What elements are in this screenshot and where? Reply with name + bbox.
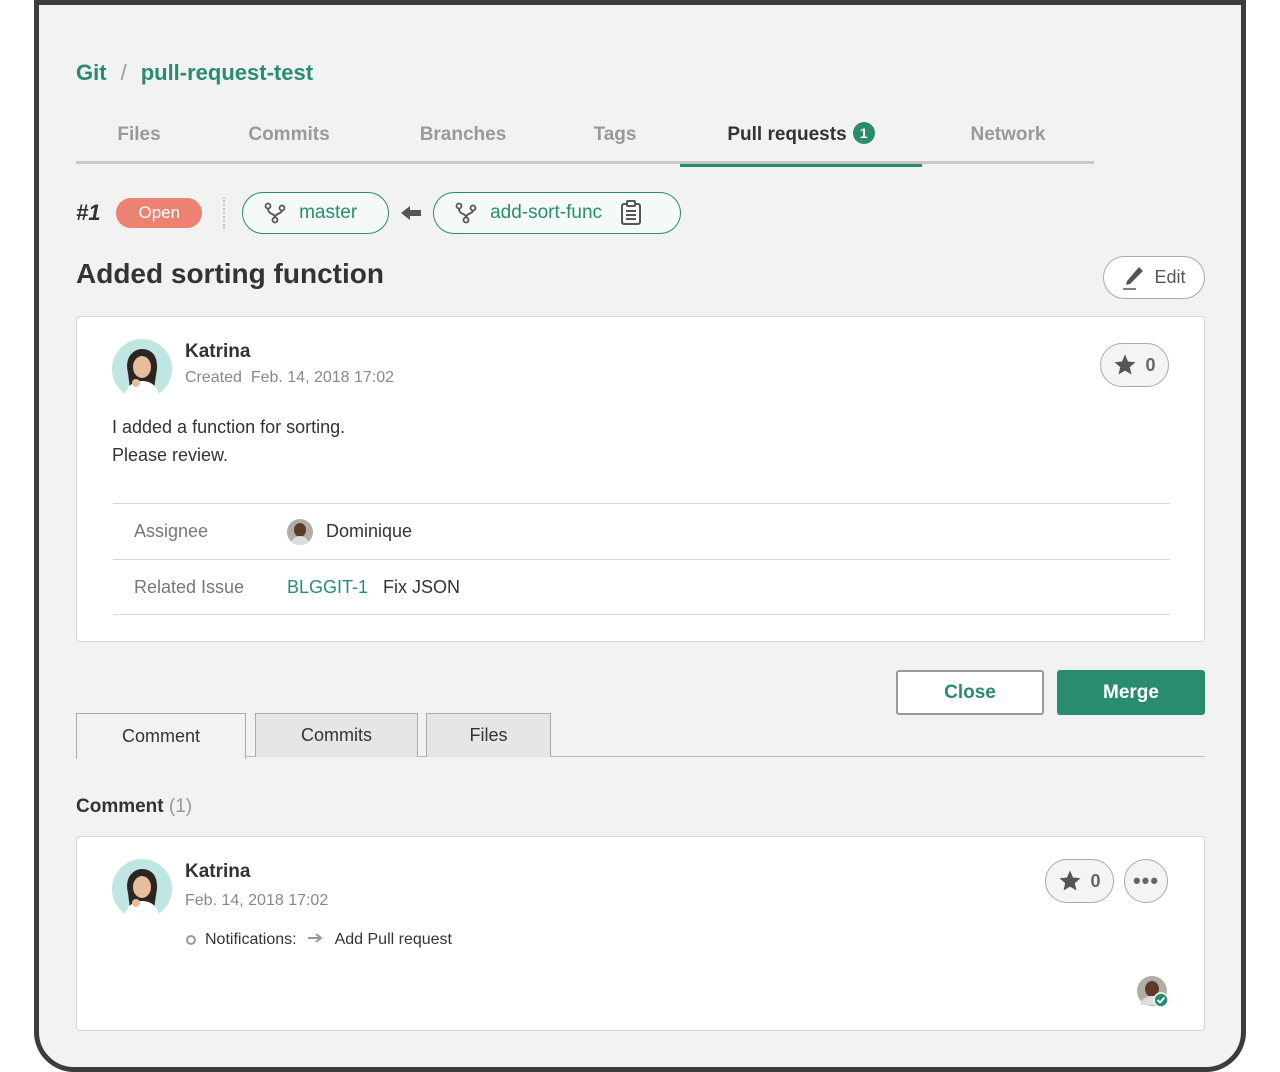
tab-label: Branches	[419, 124, 507, 145]
star-icon	[1114, 354, 1136, 375]
comment-heading-label: Comment	[76, 796, 164, 817]
page-title: Added sorting function	[76, 258, 384, 289]
comment-author-name[interactable]: Katrina	[185, 861, 250, 883]
tab-network[interactable]: Network	[922, 118, 1094, 164]
description-line: I added a function for sorting.	[112, 417, 346, 437]
compare-branch-pill[interactable]: add-sort-func	[433, 192, 682, 234]
tab-commits[interactable]: Commits	[202, 118, 376, 164]
subtab-label: Files	[469, 725, 508, 745]
comment-star-button[interactable]: 0	[1045, 859, 1114, 903]
breadcrumb-repo-link[interactable]: pull-request-test	[141, 60, 313, 86]
repo-tabs: Files Commits Branches Tags Pull request…	[76, 118, 1094, 167]
subtab-files[interactable]: Files	[426, 713, 551, 757]
breadcrumb: Git / pull-request-test	[76, 60, 313, 86]
tab-tags[interactable]: Tags	[550, 118, 680, 164]
comment-star-count: 0	[1090, 870, 1101, 891]
arrow-left-icon	[399, 203, 423, 223]
pull-request-info-table: Assignee Dominique Related Issue BLGGIT-…	[113, 503, 1170, 615]
notification-bullet-icon	[186, 935, 196, 945]
tab-branches[interactable]: Branches	[376, 118, 550, 164]
avatar	[112, 339, 172, 399]
created-date-value: Feb. 14, 2018 17:02	[250, 369, 395, 386]
comment-date: Feb. 14, 2018 17:02	[185, 892, 329, 909]
created-date: Created Feb. 14, 2018 17:02	[185, 369, 394, 387]
base-branch-pill[interactable]: master	[242, 192, 390, 234]
merge-button[interactable]: Merge	[1057, 670, 1205, 715]
star-button[interactable]: 0	[1100, 343, 1169, 387]
star-count: 0	[1145, 354, 1156, 375]
star-icon	[1059, 870, 1081, 891]
comment-count: (1)	[168, 796, 193, 817]
pull-request-number: #1	[76, 200, 101, 225]
notification-target: Add Pull request	[334, 931, 452, 948]
arrow-right-icon	[307, 931, 325, 949]
watcher-avatar[interactable]	[1136, 975, 1169, 1008]
comment-section-heading: Comment (1)	[76, 796, 192, 818]
related-issue-link[interactable]: BLGGIT-1	[287, 577, 368, 598]
pull-request-subtabs: Comment Commits Files	[76, 713, 1205, 759]
subtab-label: Comment	[121, 726, 201, 746]
status-badge: Open	[116, 198, 203, 228]
author-name[interactable]: Katrina	[185, 341, 250, 363]
pull-request-count-badge: 1	[852, 122, 875, 144]
related-issue-row: Related Issue BLGGIT-1 Fix JSON	[113, 559, 1170, 615]
pull-request-card: Katrina Created Feb. 14, 2018 17:02 0 I …	[76, 316, 1205, 642]
created-label: Created	[185, 369, 242, 386]
assignee-name[interactable]: Dominique	[326, 521, 412, 542]
tab-label: Files	[117, 124, 161, 145]
more-icon[interactable]: •••	[1124, 859, 1168, 903]
compare-branch-name: add-sort-func	[490, 202, 603, 223]
clipboard-icon[interactable]	[620, 200, 654, 226]
breadcrumb-project-link[interactable]: Git	[76, 60, 107, 86]
tab-files[interactable]: Files	[76, 118, 202, 164]
description-line: Please review.	[112, 445, 229, 465]
subtab-commits[interactable]: Commits	[255, 713, 418, 757]
assignee-label: Assignee	[134, 521, 209, 541]
tab-label: Tags	[593, 124, 637, 145]
notification-line: Notifications: Add Pull request	[186, 931, 452, 949]
subtab-comment[interactable]: Comment	[76, 713, 246, 759]
pull-request-meta: #1 Open master add-sort-func	[76, 192, 682, 234]
edit-button-label: Edit	[1154, 267, 1186, 287]
tab-label: Network	[970, 124, 1046, 145]
subtab-label: Commits	[301, 725, 372, 745]
branch-icon	[264, 202, 286, 224]
base-branch-name: master	[299, 202, 358, 223]
avatar	[112, 859, 172, 919]
branch-icon	[455, 202, 477, 224]
tab-pull-requests[interactable]: Pull requests 1	[680, 118, 922, 167]
close-pull-request-button[interactable]: Close	[896, 670, 1044, 715]
breadcrumb-separator: /	[120, 60, 127, 85]
check-icon	[1153, 992, 1169, 1008]
related-issue-label: Related Issue	[134, 576, 245, 597]
assignee-avatar	[287, 518, 313, 545]
notification-label: Notifications:	[205, 931, 297, 948]
edit-button[interactable]: Edit	[1103, 256, 1205, 299]
assignee-row: Assignee Dominique	[113, 503, 1170, 559]
tab-label: Pull requests	[727, 124, 847, 145]
pencil-icon	[1123, 266, 1144, 290]
tab-label: Commits	[248, 124, 330, 145]
pull-request-description: I added a function for sorting. Please r…	[112, 413, 345, 469]
related-issue-title: Fix JSON	[383, 576, 461, 597]
meta-divider	[223, 197, 226, 229]
